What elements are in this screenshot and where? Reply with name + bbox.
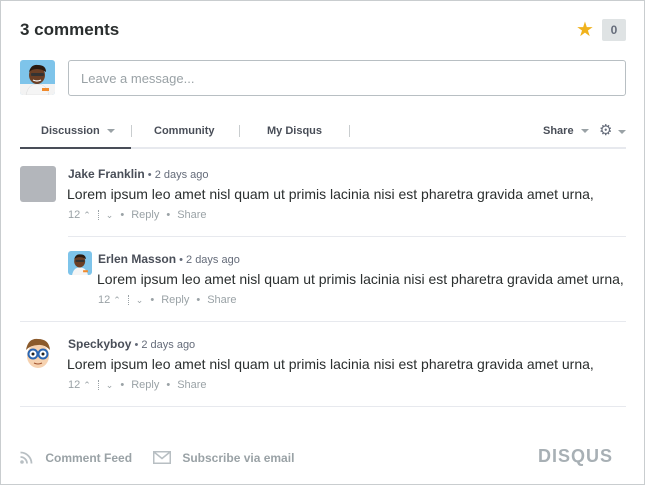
chevron-down-icon[interactable]: ⌄ (106, 210, 114, 221)
tab-label: Community (154, 125, 215, 137)
comment-author[interactable]: Speckyboy (68, 337, 131, 351)
dot-separator: • (150, 294, 155, 306)
share-link[interactable]: Share (177, 209, 206, 221)
comment-time[interactable]: 2 days ago (141, 339, 195, 351)
share-link[interactable]: Share (177, 379, 206, 391)
chevron-down-icon[interactable]: ⌄ (106, 380, 114, 391)
chevron-up-icon[interactable]: ⌃ (113, 295, 121, 306)
reply-link[interactable]: Reply (131, 209, 159, 221)
comment-feed-link[interactable]: Comment Feed (20, 451, 132, 465)
comment-header: Erlen Masson • 2 days ago (98, 252, 240, 266)
subscribe-label: Subscribe via email (182, 451, 295, 465)
comment-time[interactable]: 2 days ago (186, 254, 240, 266)
chevron-down-icon (106, 129, 115, 134)
nav-divider (349, 125, 350, 137)
dot-separator: • (166, 379, 171, 391)
comment-actions: 12 ⌃ ⌄ • Reply • Share (98, 294, 237, 306)
vote-divider (127, 295, 129, 306)
subscribe-email-link[interactable]: Subscribe via email (153, 451, 294, 465)
comment-header: Jake Franklin • 2 days ago (68, 167, 209, 181)
tab-discussion[interactable]: Discussion (20, 113, 131, 149)
tab-community[interactable]: Community (154, 113, 215, 149)
rss-icon (20, 451, 45, 465)
share-menu-button[interactable]: Share (543, 113, 589, 149)
comment-time[interactable]: 2 days ago (155, 169, 209, 181)
reply-link[interactable]: Reply (131, 379, 159, 391)
tab-label: My Disqus (267, 125, 323, 137)
comments-widget: 3 comments ★ 0 Discussion Community My D… (0, 0, 645, 485)
vote-count: 12 (68, 209, 81, 221)
reply-link[interactable]: Reply (161, 294, 189, 306)
avatar[interactable] (68, 251, 92, 275)
dot-separator: • (120, 209, 125, 221)
discussion-nav: Discussion Community My Disqus Share ⚙ (20, 113, 626, 149)
comment-author[interactable]: Jake Franklin (68, 167, 145, 181)
comment-body: Lorem ipsum leo amet nisl quam ut primis… (97, 271, 624, 287)
avatar[interactable] (20, 336, 56, 372)
dot-separator: • (179, 254, 187, 266)
comment-actions: 12 ⌃ ⌄ • Reply • Share (68, 379, 207, 391)
chevron-up-icon[interactable]: ⌃ (83, 210, 91, 221)
vote-count: 12 (68, 379, 81, 391)
gear-icon[interactable]: ⚙ (599, 122, 612, 140)
comment-body: Lorem ipsum leo amet nisl quam ut primis… (67, 356, 594, 372)
share-label: Share (543, 125, 574, 137)
vote-divider (97, 210, 99, 221)
tab-my-disqus[interactable]: My Disqus (267, 113, 322, 149)
nav-divider (131, 125, 132, 137)
comment-body: Lorem ipsum leo amet nisl quam ut primis… (67, 186, 594, 202)
comment-divider (20, 321, 626, 322)
dot-separator: • (120, 379, 125, 391)
chevron-down-icon (580, 129, 589, 134)
recommend-count[interactable]: 0 (602, 19, 626, 41)
star-icon[interactable]: ★ (576, 19, 594, 41)
comment-item: Erlen Masson • 2 days ago Lorem ipsum le… (68, 251, 626, 311)
share-link[interactable]: Share (207, 294, 236, 306)
user-avatar (20, 60, 55, 95)
dot-separator: • (166, 209, 171, 221)
comment-header: Speckyboy • 2 days ago (68, 337, 195, 351)
feed-label: Comment Feed (45, 451, 133, 465)
chevron-up-icon[interactable]: ⌃ (83, 380, 91, 391)
comment-item: Speckyboy • 2 days ago Lorem ipsum leo a… (20, 336, 626, 396)
comment-divider (20, 406, 626, 407)
comment-item: Jake Franklin • 2 days ago Lorem ipsum l… (20, 166, 626, 226)
mail-icon (153, 451, 182, 465)
message-input[interactable] (68, 60, 626, 96)
avatar[interactable] (20, 166, 56, 202)
tab-label: Discussion (41, 125, 100, 137)
comment-divider (68, 236, 626, 237)
chevron-down-icon[interactable] (618, 130, 626, 134)
comment-count: 3 comments (20, 20, 120, 39)
chevron-down-icon[interactable]: ⌄ (136, 295, 144, 306)
disqus-logo[interactable]: DISQUS (538, 446, 613, 467)
vote-count: 12 (98, 294, 111, 306)
vote-divider (97, 380, 99, 391)
dot-separator: • (147, 169, 155, 181)
dot-separator: • (196, 294, 201, 306)
comment-actions: 12 ⌃ ⌄ • Reply • Share (68, 209, 207, 221)
nav-divider (239, 125, 240, 137)
comment-author[interactable]: Erlen Masson (98, 252, 176, 266)
